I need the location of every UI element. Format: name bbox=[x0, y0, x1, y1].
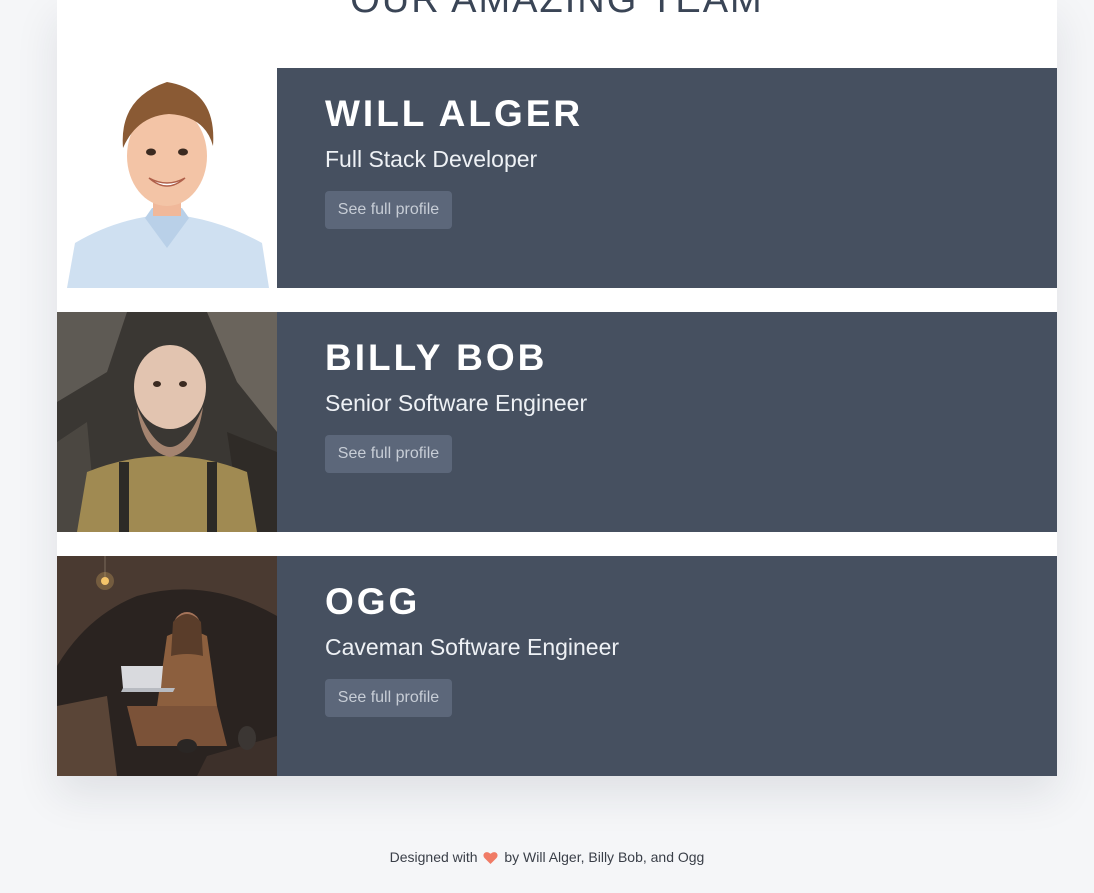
see-full-profile-button[interactable]: See full profile bbox=[325, 435, 452, 473]
page-title: OUR AMAZING TEAM bbox=[350, 0, 764, 21]
member-name: BILLY BOB bbox=[325, 337, 548, 378]
member-name: WILL ALGER bbox=[325, 93, 584, 134]
member-role: Senior Software Engineer bbox=[325, 390, 588, 416]
member-name: OGG bbox=[325, 581, 421, 622]
member-photo bbox=[57, 68, 277, 288]
team-member-will-alger: WILL ALGER Full Stack Developer See full… bbox=[57, 68, 1057, 288]
team-member-billy-bob: BILLY BOB Senior Software Engineer See f… bbox=[57, 312, 1057, 532]
footer-prefix: Designed with bbox=[389, 849, 478, 865]
member-info-panel: WILL ALGER Full Stack Developer See full… bbox=[277, 68, 1057, 288]
team-card: OUR AMAZING TEAM WILL ALGER Full Stack D… bbox=[57, 0, 1057, 776]
member-role: Full Stack Developer bbox=[325, 146, 538, 172]
see-full-profile-button[interactable]: See full profile bbox=[325, 679, 452, 717]
see-full-profile-button[interactable]: See full profile bbox=[325, 191, 452, 229]
member-info-panel: OGG Caveman Software Engineer See full p… bbox=[277, 556, 1057, 776]
footer: Designed with by Will Alger, Billy Bob, … bbox=[0, 847, 1094, 869]
team-member-ogg: OGG Caveman Software Engineer See full p… bbox=[57, 556, 1057, 776]
member-photo bbox=[57, 312, 277, 532]
member-role: Caveman Software Engineer bbox=[325, 634, 620, 660]
member-info-panel: BILLY BOB Senior Software Engineer See f… bbox=[277, 312, 1057, 532]
member-photo bbox=[57, 556, 277, 776]
heart-icon bbox=[483, 849, 499, 869]
footer-credits: by Will Alger, Billy Bob, and Ogg bbox=[504, 849, 705, 865]
team-page: OUR AMAZING TEAM WILL ALGER Full Stack D… bbox=[0, 0, 1094, 893]
